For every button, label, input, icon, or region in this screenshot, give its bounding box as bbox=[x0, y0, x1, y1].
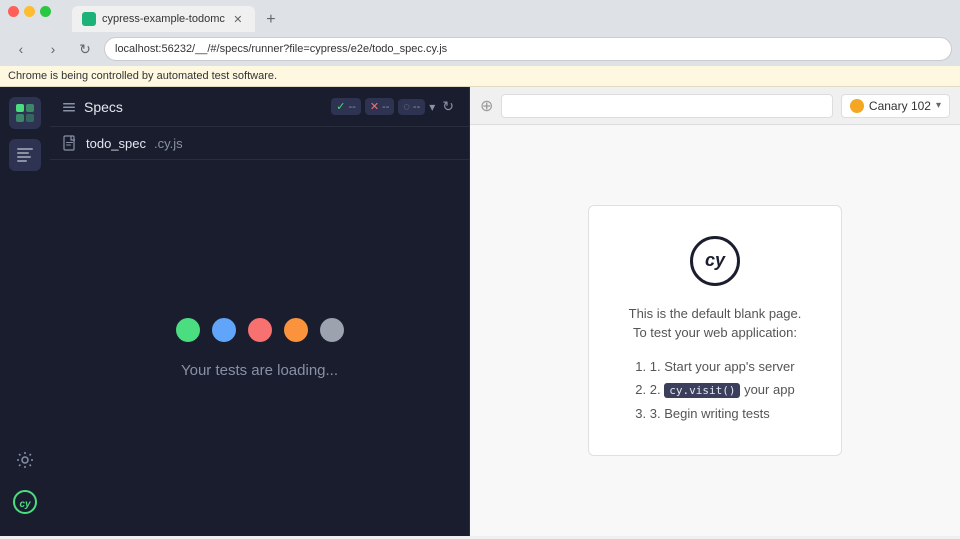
preview-globe-icon: ⊕ bbox=[480, 96, 493, 116]
cypress-sidebar: cy bbox=[0, 87, 50, 536]
browser-icon bbox=[850, 99, 864, 113]
spinner-icon: ◌ bbox=[403, 101, 410, 113]
specs-title: Specs bbox=[84, 99, 123, 115]
pass-count: -- bbox=[348, 101, 355, 113]
blank-page-steps: 1. Start your app's server 2. cy.visit()… bbox=[635, 355, 794, 425]
skip-badge: ◌ -- bbox=[398, 99, 425, 115]
browser-preview: ⊕ Canary 102 ▾ cy This is the default bl… bbox=[470, 87, 960, 536]
loading-text: Your tests are loading... bbox=[181, 362, 338, 379]
back-button[interactable]: ‹ bbox=[8, 36, 34, 62]
blank-page-line2: To test your web application: bbox=[633, 325, 797, 340]
url-bar[interactable]: localhost:56232/__/#/specs/runner?file=c… bbox=[104, 37, 952, 61]
browser-chrome-top: cypress-example-todomc ✕ + bbox=[0, 0, 960, 32]
refresh-button[interactable]: ↻ bbox=[72, 36, 98, 62]
fail-count: -- bbox=[382, 101, 389, 113]
browser-dropdown-icon[interactable]: ▾ bbox=[936, 100, 941, 111]
sidebar-item-settings[interactable] bbox=[9, 444, 41, 476]
blank-page-line1: This is the default blank page. bbox=[629, 306, 802, 321]
skip-count: -- bbox=[413, 101, 420, 113]
sidebar-item-specs[interactable] bbox=[9, 139, 41, 171]
main-layout: cy Specs ✓ -- ✕ -- ◌ bbox=[0, 87, 960, 536]
info-bar: Chrome is being controlled by automated … bbox=[0, 66, 960, 87]
check-icon: ✓ bbox=[336, 100, 345, 113]
step-1: 1. Start your app's server bbox=[635, 355, 794, 378]
fail-icon: ✕ bbox=[370, 100, 379, 113]
preview-url-input[interactable] bbox=[501, 94, 833, 118]
step-3: 3. Begin writing tests bbox=[635, 402, 794, 425]
cy-logo-text: cy bbox=[705, 250, 725, 271]
traffic-lights bbox=[0, 0, 59, 23]
preview-bar: ⊕ Canary 102 ▾ bbox=[470, 87, 960, 125]
close-button[interactable] bbox=[8, 6, 19, 17]
omnibar-bar: ‹ › ↻ localhost:56232/__/#/specs/runner?… bbox=[0, 32, 960, 66]
menu-icon bbox=[62, 100, 76, 114]
test-panel: Specs ✓ -- ✕ -- ◌ -- ▾ ↻ bbox=[50, 87, 470, 536]
cy-logo-circle: cy bbox=[690, 236, 740, 286]
test-panel-header: Specs ✓ -- ✕ -- ◌ -- ▾ ↻ bbox=[50, 87, 469, 127]
sidebar-item-logo[interactable] bbox=[9, 97, 41, 129]
dot-red bbox=[248, 318, 272, 342]
dot-gray bbox=[320, 318, 344, 342]
browser-tab[interactable]: cypress-example-todomc ✕ bbox=[72, 6, 255, 32]
sidebar-item-cypress-logo[interactable]: cy bbox=[9, 486, 41, 518]
loading-area: Your tests are loading... bbox=[50, 160, 469, 536]
svg-text:cy: cy bbox=[19, 499, 31, 510]
spec-filename: todo_spec bbox=[86, 136, 146, 151]
cy-visit-badge: cy.visit() bbox=[664, 383, 740, 398]
tab-favicon bbox=[82, 12, 96, 26]
maximize-button[interactable] bbox=[40, 6, 51, 17]
dot-green bbox=[176, 318, 200, 342]
toolbar-icons: ✓ -- ✕ -- ◌ -- ▾ ↻ bbox=[331, 95, 457, 118]
file-icon bbox=[62, 135, 78, 151]
dropdown-button[interactable]: ▾ bbox=[429, 100, 435, 114]
forward-button[interactable]: › bbox=[40, 36, 66, 62]
url-text: localhost:56232/__/#/specs/runner?file=c… bbox=[115, 43, 447, 55]
info-bar-text: Chrome is being controlled by automated … bbox=[8, 70, 277, 82]
tab-close-button[interactable]: ✕ bbox=[231, 12, 245, 26]
blank-page-description: This is the default blank page. To test … bbox=[629, 304, 802, 343]
minimize-button[interactable] bbox=[24, 6, 35, 17]
pass-badge: ✓ -- bbox=[331, 98, 361, 115]
spec-extension: .cy.js bbox=[154, 136, 183, 151]
spec-file-row[interactable]: todo_spec .cy.js bbox=[50, 127, 469, 160]
fail-badge: ✕ -- bbox=[365, 98, 395, 115]
dot-orange bbox=[284, 318, 308, 342]
dot-blue bbox=[212, 318, 236, 342]
new-tab-button[interactable]: + bbox=[259, 8, 283, 32]
step-2: 2. cy.visit() your app bbox=[635, 378, 794, 401]
preview-content: cy This is the default blank page. To te… bbox=[470, 125, 960, 536]
browser-name: Canary 102 bbox=[869, 99, 931, 113]
tab-title: cypress-example-todomc bbox=[102, 13, 225, 25]
browser-selector[interactable]: Canary 102 ▾ bbox=[841, 94, 950, 118]
refresh-tests-button[interactable]: ↻ bbox=[439, 95, 457, 118]
loading-dots bbox=[176, 318, 344, 342]
blank-page-box: cy This is the default blank page. To te… bbox=[588, 205, 843, 456]
